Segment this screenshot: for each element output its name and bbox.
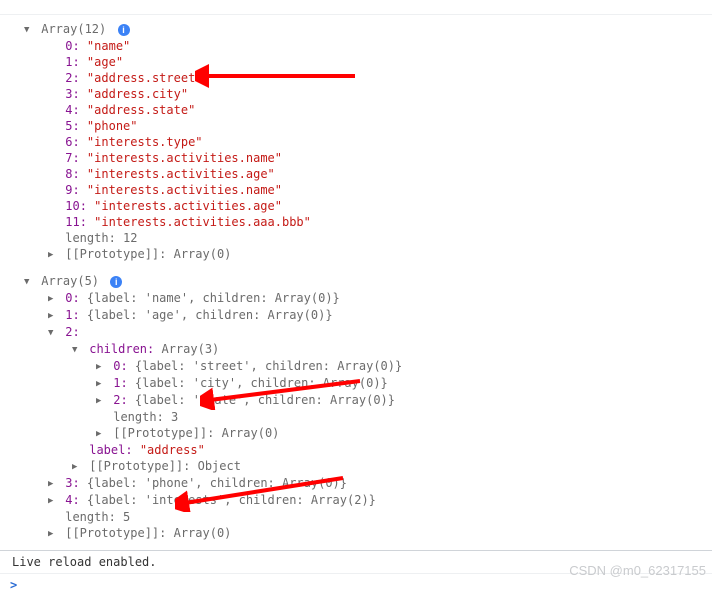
- object-preview[interactable]: {label: 'name', children: Array(0)}: [87, 291, 340, 305]
- length-value: 5: [123, 510, 130, 524]
- array-header[interactable]: Array(12): [41, 22, 106, 36]
- array-value: "interests.activities.age": [94, 199, 282, 213]
- expand-toggle[interactable]: ▼: [24, 274, 34, 290]
- length-label: length: [113, 410, 156, 424]
- expand-toggle[interactable]: ▼: [24, 22, 34, 38]
- array-value: "name": [87, 39, 130, 53]
- prototype-value: Array(0): [174, 526, 232, 540]
- array-value: "interests.type": [87, 135, 203, 149]
- console-message-text: Live reload enabled.: [12, 555, 157, 569]
- expand-toggle[interactable]: ▶: [48, 247, 58, 263]
- prototype-value: Array(0): [222, 426, 280, 440]
- expand-toggle[interactable]: ▼: [72, 342, 82, 358]
- prototype-label[interactable]: [[Prototype]]: [113, 426, 207, 440]
- expand-toggle[interactable]: ▶: [72, 459, 82, 475]
- expand-toggle[interactable]: ▶: [48, 308, 58, 324]
- prototype-value: Object: [198, 459, 241, 473]
- expand-toggle[interactable]: ▶: [48, 493, 58, 509]
- array-value: "interests.activities.name": [87, 151, 282, 165]
- array-value: "phone": [87, 119, 138, 133]
- property-value: "address": [140, 443, 205, 457]
- prototype-label[interactable]: [[Prototype]]: [89, 459, 183, 473]
- object-preview[interactable]: {label: 'phone', children: Array(0)}: [87, 476, 347, 490]
- prototype-label[interactable]: [[Prototype]]: [65, 526, 159, 540]
- expand-toggle[interactable]: ▶: [96, 376, 106, 392]
- length-value: 3: [171, 410, 178, 424]
- array-value: "address.state": [87, 103, 195, 117]
- info-icon[interactable]: i: [110, 276, 122, 288]
- object-preview[interactable]: {label: 'state', children: Array(0)}: [135, 393, 395, 407]
- property-value[interactable]: Array(3): [161, 342, 219, 356]
- expand-toggle[interactable]: ▶: [96, 393, 106, 409]
- object-preview[interactable]: {label: 'interests', children: Array(2)}: [87, 493, 376, 507]
- watermark: CSDN @m0_62317155: [569, 563, 706, 578]
- expand-toggle[interactable]: ▶: [48, 526, 58, 542]
- array-value: "address.street": [87, 71, 203, 85]
- truncated-header: 。。。。。。。。。。。。。。。。。。。。: [0, 0, 712, 15]
- expand-toggle[interactable]: ▶: [48, 476, 58, 492]
- length-label: length: [65, 231, 108, 245]
- expand-toggle[interactable]: ▶: [96, 426, 106, 442]
- length-label: length: [65, 510, 108, 524]
- property-key[interactable]: children: [89, 342, 147, 356]
- array-value: "interests.activities.name": [87, 183, 282, 197]
- array-value: "address.city": [87, 87, 188, 101]
- property-key[interactable]: label: [89, 443, 125, 457]
- array-value: "interests.activities.aaa.bbb": [94, 215, 311, 229]
- expand-toggle[interactable]: ▶: [48, 291, 58, 307]
- info-icon[interactable]: i: [118, 24, 130, 36]
- object-preview[interactable]: {label: 'city', children: Array(0)}: [135, 376, 388, 390]
- prototype-value: Array(0): [174, 247, 232, 261]
- array-index[interactable]: 10: [65, 199, 79, 213]
- object-preview[interactable]: {label: 'street', children: Array(0)}: [135, 359, 402, 373]
- array-value: "interests.activities.age": [87, 167, 275, 181]
- array-index[interactable]: 11: [65, 215, 79, 229]
- expand-toggle[interactable]: ▼: [48, 325, 58, 341]
- array-value: "age": [87, 55, 123, 69]
- length-value: 12: [123, 231, 137, 245]
- prototype-label[interactable]: [[Prototype]]: [65, 247, 159, 261]
- expand-toggle[interactable]: ▶: [96, 359, 106, 375]
- array-header[interactable]: Array(5): [41, 274, 99, 288]
- object-preview[interactable]: {label: 'age', children: Array(0)}: [87, 308, 333, 322]
